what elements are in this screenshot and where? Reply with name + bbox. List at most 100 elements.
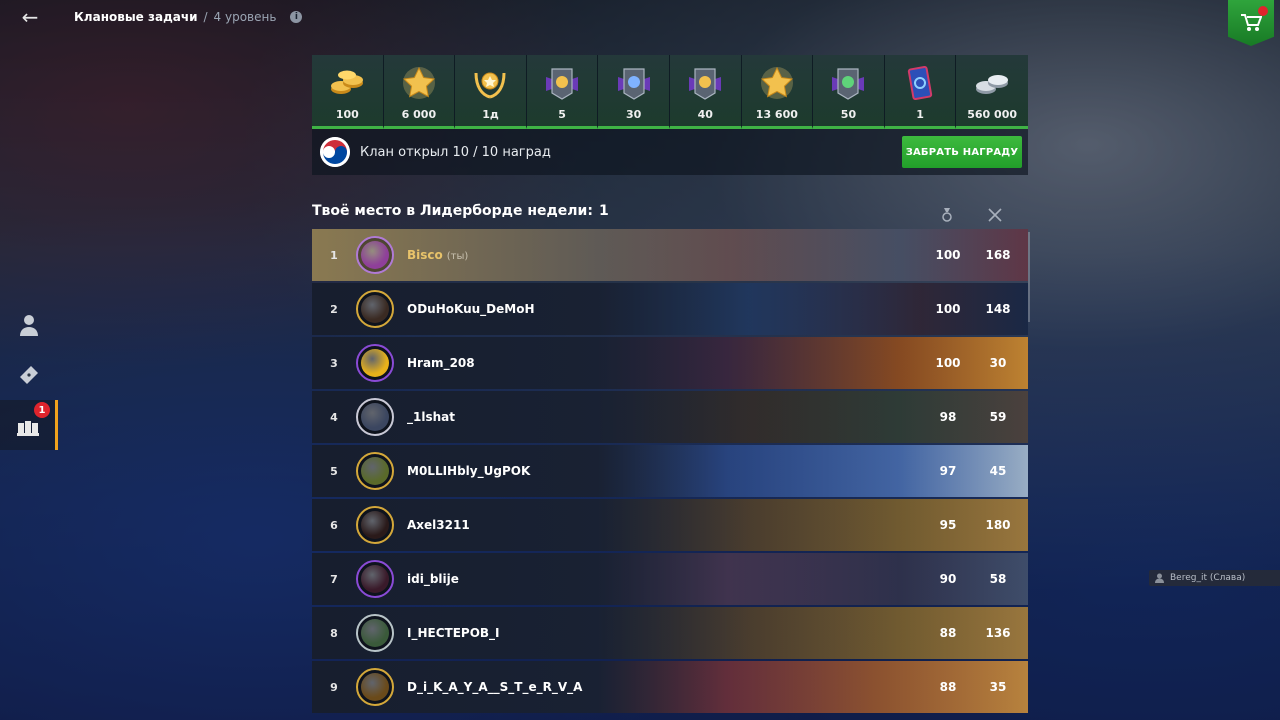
player-name-text: M0LLIHbly_UgPOK (407, 464, 531, 478)
player-avatar[interactable] (356, 236, 394, 274)
avatar-emblem (361, 241, 389, 269)
player-battles: 35 (989, 680, 1007, 694)
player-avatar[interactable] (356, 290, 394, 328)
player-score: 90 (939, 572, 957, 586)
sidebar-item-tickets[interactable] (0, 350, 58, 400)
avatar-emblem (361, 619, 389, 647)
reward-amount: 13 600 (755, 108, 798, 121)
leaderboard-row[interactable]: 1 Bisco (ты) 100 168 (312, 229, 1028, 281)
player-score: 100 (935, 356, 961, 370)
user-nameplate: Bereg_it (Слава) (1149, 570, 1280, 586)
reward-amount: 6 000 (401, 108, 437, 121)
player-avatar[interactable] (356, 452, 394, 490)
player-avatar[interactable] (356, 614, 394, 652)
leaderboard-row[interactable]: 3 Hram_208 100 30 (312, 337, 1028, 389)
player-name: I_НЕСТЕРОВ_I (407, 626, 500, 640)
top-bar: ← Клановые задачи / 4 уровень i (0, 0, 1280, 46)
reward-item[interactable]: 560 000 (956, 55, 1028, 129)
shop-button[interactable] (1228, 0, 1274, 46)
star-icon (757, 65, 797, 101)
leaderboard-row[interactable]: 5 M0LLIHbly_UgPOK 97 45 (312, 445, 1028, 497)
player-name: ODuHoKuu_DeMoH (407, 302, 535, 316)
player-avatar[interactable] (356, 398, 394, 436)
player-battles: 136 (985, 626, 1011, 640)
reward-amount: 100 (335, 108, 359, 121)
player-name: D_i_K_A_Y_A__S_T_e_R_V_A (407, 680, 582, 694)
user-tag-text: Bereg_it (Слава) (1170, 573, 1246, 583)
leaderboard-row[interactable]: 8 I_НЕСТЕРОВ_I 88 136 (312, 607, 1028, 659)
reward-item[interactable]: 13 600 (741, 55, 814, 129)
player-avatar[interactable] (356, 344, 394, 382)
sidebar-item-profile[interactable] (0, 300, 58, 350)
back-button[interactable]: ← (18, 5, 42, 29)
you-label: (ты) (446, 251, 469, 262)
player-score: 95 (939, 518, 957, 532)
reward-item[interactable]: 50 (813, 55, 885, 129)
avatar-emblem (361, 511, 389, 539)
info-icon[interactable]: i (290, 11, 303, 23)
player-battles: 59 (989, 410, 1007, 424)
row-rank: 2 (330, 302, 338, 316)
breadcrumb-separator: / (203, 10, 208, 24)
reward-item[interactable]: 1д (455, 55, 527, 129)
crossed-swords-icon (988, 208, 1002, 222)
row-rank: 5 (330, 464, 338, 478)
leaderboard-title: Твоё место в Лидерборде недели: 1 (312, 203, 1028, 219)
player-name-text: Bisco (407, 248, 443, 262)
rewards-strip: 100 6 000 1д 5 30 40 13 600 50 1 560 000 (312, 55, 1028, 129)
gold-coins-icon (327, 65, 367, 101)
gold-star-booster-icon (685, 65, 725, 101)
clan-tasks-panel: 100 6 000 1д 5 30 40 13 600 50 1 560 000 Клан отк… (312, 55, 1028, 720)
avatar-emblem (361, 457, 389, 485)
player-name: Axel3211 (407, 518, 470, 532)
row-rank: 6 (330, 518, 338, 532)
reward-item[interactable]: 5 (526, 55, 599, 129)
row-rank: 1 (330, 248, 338, 262)
sidebar-item-clan-tasks[interactable]: 1 (0, 400, 58, 450)
arrow-left-icon: ← (21, 5, 39, 29)
player-name-text: I_НЕСТЕРОВ_I (407, 626, 500, 640)
reward-item[interactable]: 6 000 (383, 55, 456, 129)
reward-item[interactable]: 1 (884, 55, 957, 129)
player-avatar[interactable] (356, 506, 394, 544)
row-rank: 3 (330, 356, 338, 370)
leaderboard-row[interactable]: 7 idi_blije 90 58 (312, 553, 1028, 605)
player-score: 88 (939, 680, 957, 694)
player-battles: 168 (985, 248, 1011, 262)
leaderboard-row[interactable]: 2 ODuHoKuu_DeMoH 100 148 (312, 283, 1028, 335)
reward-item[interactable]: 100 (312, 55, 384, 129)
player-name-text: Hram_208 (407, 356, 475, 370)
leaderboard-row[interactable]: 4 _1lshat 98 59 (312, 391, 1028, 443)
clan-status-bar: Клан открыл 10 / 10 наград ЗАБРАТЬ НАГРА… (312, 129, 1028, 175)
leaderboard-row[interactable]: 9 D_i_K_A_Y_A__S_T_e_R_V_A 88 35 (312, 661, 1028, 713)
leaderboard-row[interactable]: 6 Axel3211 95 180 (312, 499, 1028, 551)
reward-amount: 50 (840, 108, 857, 121)
player-name-text: ODuHoKuu_DeMoH (407, 302, 535, 316)
reward-item[interactable]: 30 (598, 55, 670, 129)
claim-reward-button[interactable]: ЗАБРАТЬ НАГРАДУ (902, 136, 1022, 168)
player-avatar[interactable] (356, 668, 394, 706)
player-name: Bisco (ты) (407, 248, 468, 262)
leaderboard-scrollbar[interactable] (1028, 232, 1030, 322)
blue-star-booster-icon (614, 65, 654, 101)
leaderboard-place: 1 (598, 203, 609, 219)
reward-amount: 40 (697, 108, 713, 121)
user-silhouette-icon (20, 315, 38, 336)
player-avatar[interactable] (356, 560, 394, 598)
leaderboard-title-text: Твоё место в Лидерборде недели: (312, 203, 593, 219)
row-rank: 7 (330, 572, 338, 586)
player-name-text: _1lshat (407, 410, 455, 424)
reward-amount: 5 (558, 108, 566, 121)
player-battles: 180 (985, 518, 1011, 532)
row-rank: 8 (330, 626, 338, 640)
green-star-booster-icon (828, 65, 868, 101)
reward-item[interactable]: 40 (669, 55, 742, 129)
left-sidebar: 1 (0, 300, 58, 450)
player-name-text: idi_blije (407, 572, 459, 586)
notification-badge: 1 (34, 402, 50, 418)
reward-amount: 1 (916, 108, 924, 121)
player-score: 98 (939, 410, 957, 424)
avatar-emblem (361, 349, 389, 377)
clan-progress-text: Клан открыл 10 / 10 наград (360, 144, 551, 160)
ticket-icon (20, 366, 38, 384)
